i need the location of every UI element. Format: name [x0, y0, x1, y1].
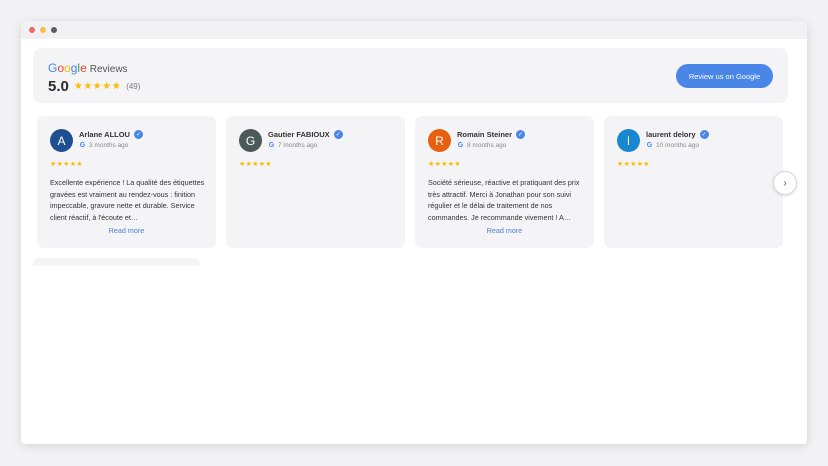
- review-stars-icon: ★★★★★: [239, 161, 272, 168]
- reviewer-row: Gautier FABIOUX ✓: [268, 130, 343, 139]
- verified-icon: ✓: [699, 130, 709, 139]
- reviews-word: Reviews: [89, 64, 128, 75]
- google-reviews-logo: Google Reviews: [48, 61, 128, 75]
- review-card: A Arlane ALLOU ✓ G 3 months ago ★★★★★ Ex…: [37, 116, 216, 248]
- rating-stars-icon: ★★★★★: [73, 81, 122, 92]
- reviews-summary-panel: Google Reviews 5.0 ★★★★★ (49) Review us …: [33, 48, 788, 103]
- review-meta: G 3 months ago: [79, 142, 129, 149]
- rating-value: 5.0: [48, 78, 69, 95]
- avatar: R: [428, 129, 451, 152]
- review-time: 3 months ago: [89, 142, 129, 149]
- google-icon: G: [646, 142, 653, 149]
- window-titlebar: [21, 21, 807, 39]
- review-card: l laurent delory ✓ G 10 months ago ★★★★★: [604, 116, 783, 248]
- close-dot[interactable]: [29, 27, 35, 33]
- avatar: G: [239, 129, 262, 152]
- reviewer-row: Romain Steiner ✓: [457, 130, 526, 139]
- review-stars-icon: ★★★★★: [428, 161, 461, 168]
- review-stars-icon: ★★★★★: [50, 161, 83, 168]
- review-count: (49): [126, 82, 141, 91]
- google-icon: G: [268, 142, 275, 149]
- reviewer-name[interactable]: Romain Steiner: [457, 130, 512, 139]
- review-us-button[interactable]: Review us on Google: [676, 64, 773, 88]
- review-card-partial: [33, 258, 200, 266]
- review-text: Excellente expérience ! La qualité des é…: [50, 178, 205, 222]
- reviewer-name[interactable]: Gautier FABIOUX: [268, 130, 330, 139]
- review-time: 7 months ago: [278, 142, 318, 149]
- review-card: G Gautier FABIOUX ✓ G 7 months ago ★★★★★: [226, 116, 405, 248]
- review-meta: G 10 months ago: [646, 142, 699, 149]
- reviewer-row: Arlane ALLOU ✓: [79, 130, 143, 139]
- review-card: R Romain Steiner ✓ G 8 months ago ★★★★★ …: [415, 116, 594, 248]
- verified-icon: ✓: [133, 130, 143, 139]
- review-text: Société sérieuse, réactive et pratiquant…: [428, 178, 580, 222]
- avatar: A: [50, 129, 73, 152]
- reviewer-name[interactable]: laurent delory: [646, 130, 696, 139]
- google-icon: G: [457, 142, 464, 149]
- google-wordmark: Google: [48, 61, 87, 75]
- maximize-dot[interactable]: [51, 27, 57, 33]
- next-arrow-icon[interactable]: ›: [773, 171, 797, 195]
- google-letter: e: [80, 61, 87, 75]
- review-meta: G 8 months ago: [457, 142, 507, 149]
- review-time: 10 months ago: [656, 142, 700, 149]
- review-time: 8 months ago: [467, 142, 507, 149]
- read-more-link[interactable]: Read more: [415, 226, 594, 235]
- google-letter: o: [64, 61, 71, 75]
- reviewer-name[interactable]: Arlane ALLOU: [79, 130, 130, 139]
- verified-icon: ✓: [333, 130, 343, 139]
- google-icon: G: [79, 142, 86, 149]
- google-letter: G: [48, 61, 58, 75]
- minimize-dot[interactable]: [40, 27, 46, 33]
- browser-window: Google Reviews 5.0 ★★★★★ (49) Review us …: [21, 21, 807, 444]
- review-stars-icon: ★★★★★: [617, 161, 650, 168]
- avatar: l: [617, 129, 640, 152]
- rating-summary: 5.0 ★★★★★ (49): [48, 78, 140, 95]
- verified-icon: ✓: [516, 130, 526, 139]
- review-meta: G 7 months ago: [268, 142, 318, 149]
- reviewer-row: laurent delory ✓: [646, 130, 709, 139]
- read-more-link[interactable]: Read more: [37, 226, 216, 235]
